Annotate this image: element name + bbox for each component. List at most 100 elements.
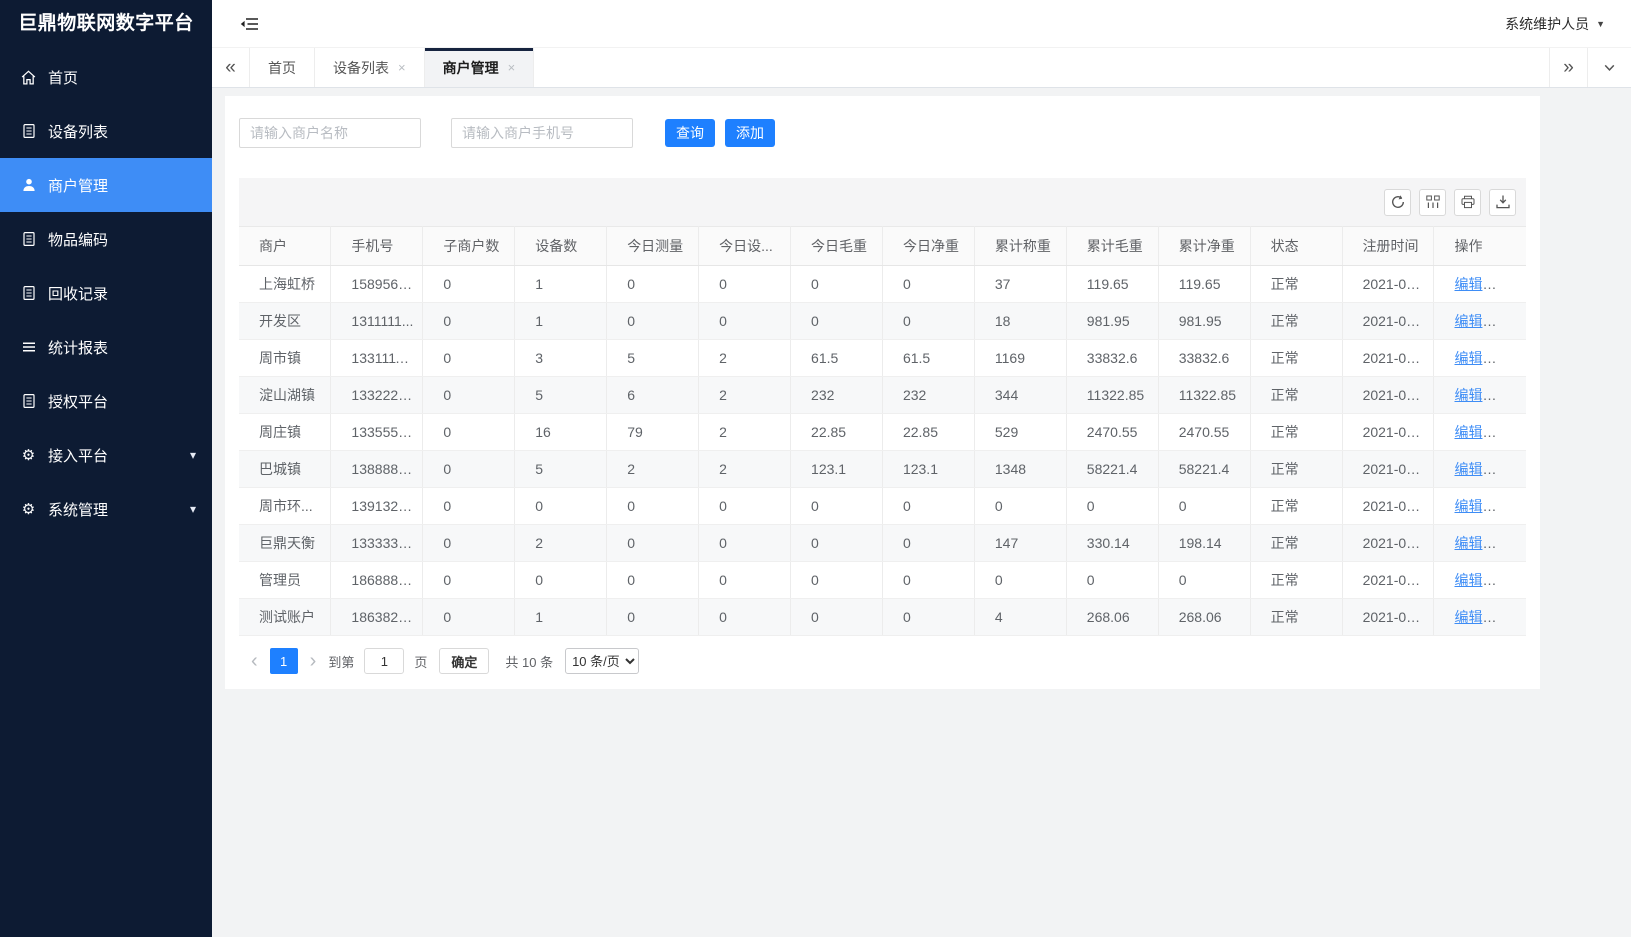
column-header-3: 设备数 xyxy=(515,227,607,266)
cell-4: 0 xyxy=(607,599,699,636)
close-tab-icon[interactable]: × xyxy=(508,60,516,75)
cell-12: 2021-05... xyxy=(1342,340,1434,377)
cell-12: 2021-05... xyxy=(1342,562,1434,599)
user-menu[interactable]: 系统维护人员 ▼ xyxy=(1505,14,1605,34)
cell-actions: 编辑重... xyxy=(1434,340,1526,377)
cell-11: 正常 xyxy=(1250,562,1342,599)
edit-link[interactable]: 编辑 xyxy=(1454,535,1482,551)
cell-4: 5 xyxy=(607,340,699,377)
cell-4: 79 xyxy=(607,414,699,451)
edit-link[interactable]: 编辑 xyxy=(1454,424,1482,440)
sidebar-item-0[interactable]: 首页 xyxy=(0,50,212,104)
tabs-scroll-right-icon[interactable]: » xyxy=(1549,48,1587,87)
print-button[interactable] xyxy=(1454,189,1481,216)
cell-actions: 编辑重... xyxy=(1434,377,1526,414)
edit-link[interactable]: 编辑 xyxy=(1454,461,1482,477)
chevron-down-icon: ▾ xyxy=(190,502,196,516)
tab-0[interactable]: 首页 xyxy=(250,48,315,87)
cell-0: 测试账户 xyxy=(239,599,331,636)
sidebar-item-2[interactable]: 商户管理 xyxy=(0,158,212,212)
doc-icon xyxy=(20,123,37,140)
page-size-select[interactable]: 10 条/页 xyxy=(565,648,639,674)
refresh-icon xyxy=(1390,194,1406,210)
cell-actions: 编辑重... xyxy=(1434,451,1526,488)
sidebar-item-1[interactable]: 设备列表 xyxy=(0,104,212,158)
table-body: 上海虹桥1589566...01000037119.65119.65正常2021… xyxy=(239,266,1526,636)
columns-button[interactable] xyxy=(1419,189,1446,216)
merchant-phone-input[interactable] xyxy=(451,118,633,148)
cell-11: 正常 xyxy=(1250,488,1342,525)
cell-5: 0 xyxy=(699,488,791,525)
cell-7: 61.5 xyxy=(882,340,974,377)
cell-0: 淀山湖镇 xyxy=(239,377,331,414)
sidebar-item-label: 统计报表 xyxy=(48,337,108,358)
table-card: 商户手机号子商户数设备数今日测量今日设...今日毛重今日净重累计称重累计毛重累计… xyxy=(239,178,1526,674)
tab-1[interactable]: 设备列表× xyxy=(315,48,425,87)
page-number-button[interactable]: 1 xyxy=(270,648,298,674)
sidebar-item-8[interactable]: ⚙系统管理▾ xyxy=(0,482,212,536)
edit-link[interactable]: 编辑 xyxy=(1454,572,1482,588)
home-icon xyxy=(20,69,37,86)
cell-8: 1348 xyxy=(974,451,1066,488)
cell-4: 6 xyxy=(607,377,699,414)
refresh-button[interactable] xyxy=(1384,189,1411,216)
cell-0: 巴城镇 xyxy=(239,451,331,488)
edit-link[interactable]: 编辑 xyxy=(1454,276,1482,292)
add-button[interactable]: 添加 xyxy=(725,119,775,147)
list-icon xyxy=(20,339,37,356)
cell-3: 1 xyxy=(515,599,607,636)
sidebar-item-4[interactable]: 回收记录 xyxy=(0,266,212,320)
cell-6: 232 xyxy=(791,377,883,414)
cell-3: 5 xyxy=(515,451,607,488)
column-header-0: 商户 xyxy=(239,227,331,266)
cell-11: 正常 xyxy=(1250,599,1342,636)
cell-11: 正常 xyxy=(1250,451,1342,488)
cell-12: 2021-05... xyxy=(1342,266,1434,303)
cell-5: 2 xyxy=(699,340,791,377)
close-tab-icon[interactable]: × xyxy=(398,60,406,75)
cell-3: 0 xyxy=(515,488,607,525)
cell-8: 18 xyxy=(974,303,1066,340)
sidebar-item-6[interactable]: 授权平台 xyxy=(0,374,212,428)
cell-4: 0 xyxy=(607,266,699,303)
edit-link[interactable]: 编辑 xyxy=(1454,313,1482,329)
sidebar-menu: 首页设备列表商户管理物品编码回收记录统计报表授权平台 ⚙接入平台▾⚙系统管理▾ xyxy=(0,50,212,536)
collapse-sidebar-icon[interactable] xyxy=(240,16,260,32)
page-next-icon[interactable]: › xyxy=(306,651,321,671)
cell-10: 2470.55 xyxy=(1158,414,1250,451)
goto-page-input[interactable] xyxy=(364,648,404,674)
cell-4: 0 xyxy=(607,488,699,525)
column-header-11: 状态 xyxy=(1250,227,1342,266)
edit-link[interactable]: 编辑 xyxy=(1454,609,1482,625)
tab-2[interactable]: 商户管理× xyxy=(425,48,535,87)
column-header-8: 累计称重 xyxy=(974,227,1066,266)
cell-9: 0 xyxy=(1066,562,1158,599)
cell-4: 0 xyxy=(607,303,699,340)
sidebar-item-3[interactable]: 物品编码 xyxy=(0,212,212,266)
sidebar-item-label: 首页 xyxy=(48,67,78,88)
cell-1: 1863820... xyxy=(331,599,423,636)
page-prev-icon[interactable]: ‹ xyxy=(247,651,262,671)
cell-4: 0 xyxy=(607,525,699,562)
cell-9: 119.65 xyxy=(1066,266,1158,303)
sidebar: 巨鼎物联网数字平台 首页设备列表商户管理物品编码回收记录统计报表授权平台⚙接入平… xyxy=(0,0,212,937)
table-row: 周市环...1391323...000000000正常2021-05...编辑重… xyxy=(239,488,1526,525)
sidebar-item-5[interactable]: 统计报表 xyxy=(0,320,212,374)
edit-link[interactable]: 编辑 xyxy=(1454,387,1482,403)
edit-link[interactable]: 编辑 xyxy=(1454,350,1482,366)
cell-0: 周市镇 xyxy=(239,340,331,377)
header-row: 商户手机号子商户数设备数今日测量今日设...今日毛重今日净重累计称重累计毛重累计… xyxy=(239,227,1526,266)
tabs-scroll-left-icon[interactable]: « xyxy=(212,48,250,87)
merchant-name-input[interactable] xyxy=(239,118,421,148)
cell-8: 529 xyxy=(974,414,1066,451)
sidebar-item-label: 商户管理 xyxy=(48,175,108,196)
goto-confirm-button[interactable]: 确定 xyxy=(439,648,489,674)
edit-link[interactable]: 编辑 xyxy=(1454,498,1482,514)
sidebar-item-label: 设备列表 xyxy=(48,121,108,142)
tabs-collapse-icon[interactable] xyxy=(1587,48,1631,87)
sidebar-item-label: 授权平台 xyxy=(48,391,108,412)
query-button[interactable]: 查询 xyxy=(665,119,715,147)
cell-3: 5 xyxy=(515,377,607,414)
export-button[interactable] xyxy=(1489,189,1516,216)
sidebar-item-7[interactable]: ⚙接入平台▾ xyxy=(0,428,212,482)
